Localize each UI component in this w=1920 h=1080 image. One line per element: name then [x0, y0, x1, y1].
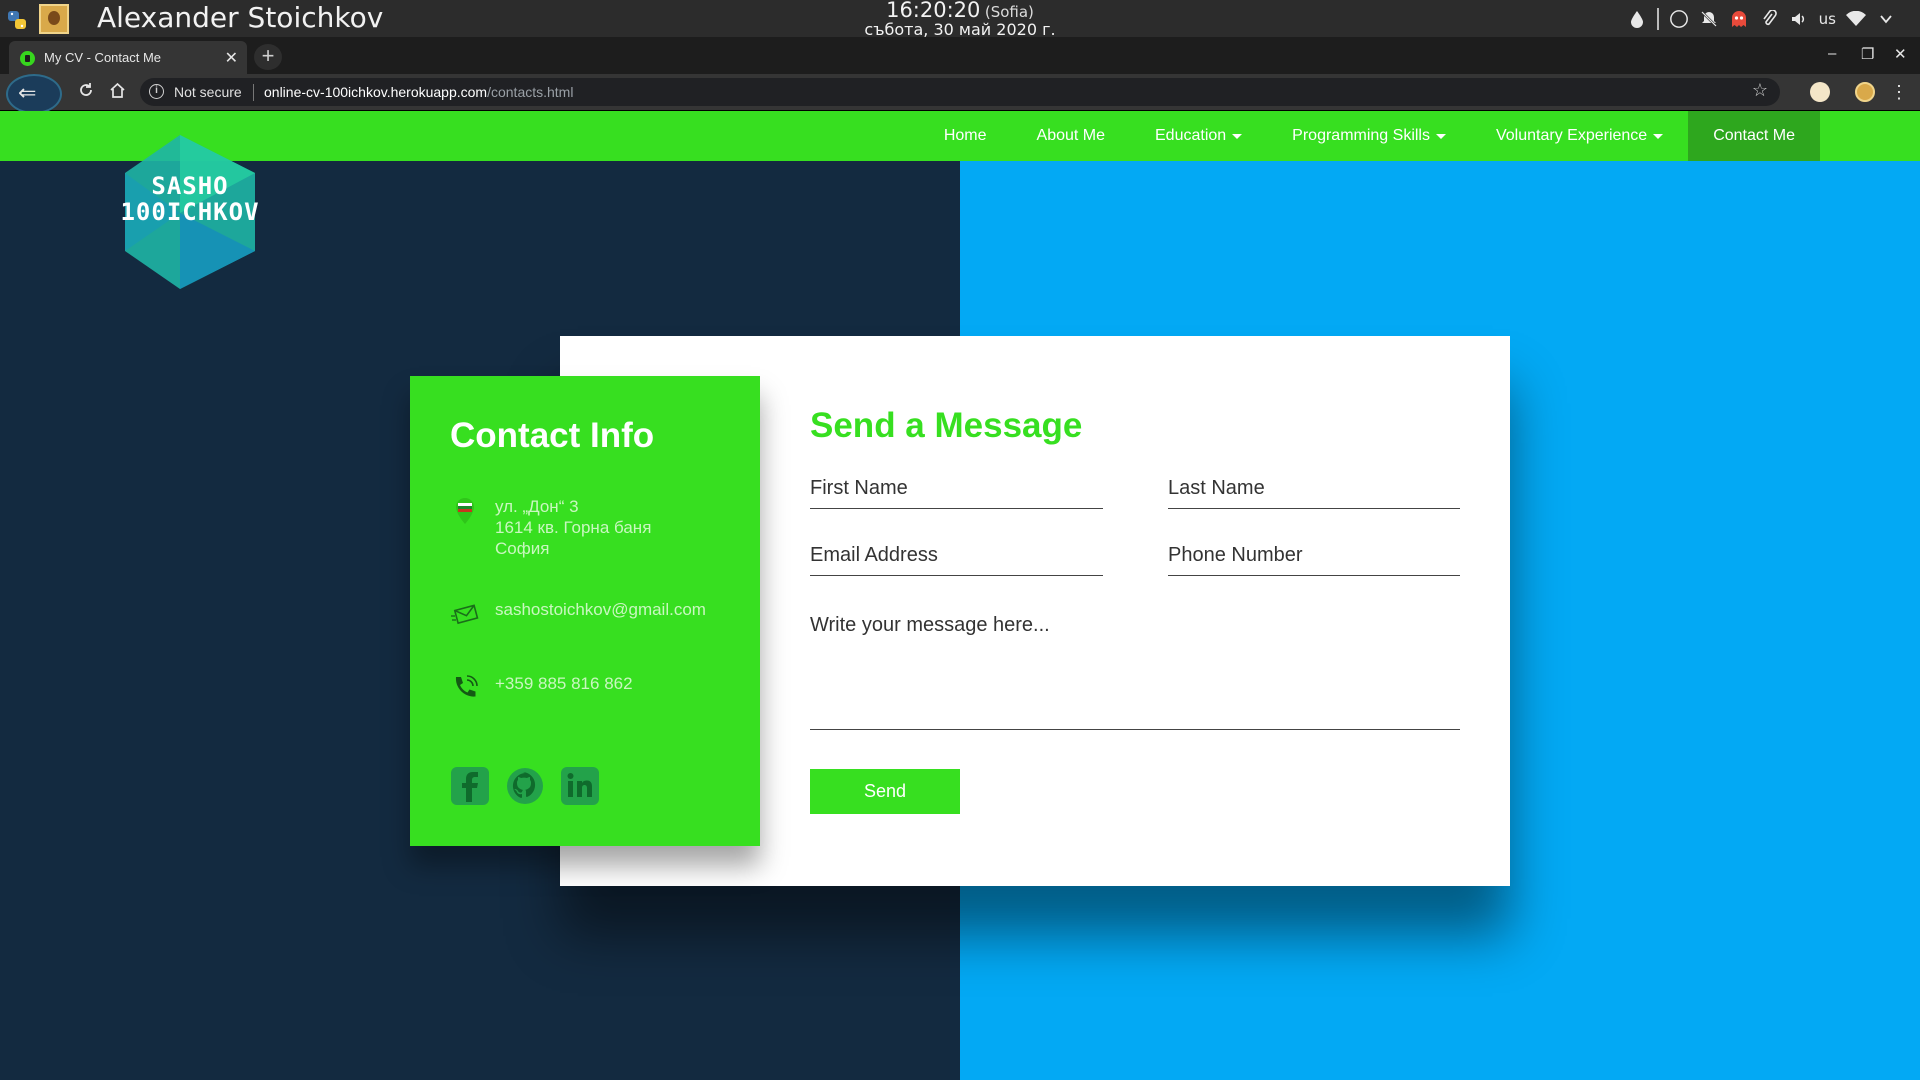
phone-input[interactable] [1168, 536, 1460, 575]
os-top-bar: Alexander Stoichkov 16:20:20 (Sofia) съб… [0, 0, 1920, 38]
extension-icon[interactable] [1810, 82, 1830, 102]
clock-timezone: (Sofia) [984, 3, 1034, 21]
restore-button[interactable]: ❐ [1861, 45, 1874, 63]
tray-divider [1656, 8, 1659, 30]
email-link[interactable]: sashostoichkov@gmail.com [495, 599, 706, 620]
github-icon[interactable] [505, 766, 545, 806]
nav-item-education[interactable]: Education [1130, 111, 1267, 161]
contact-info-panel: Contact Info ул. „Дон“ 3 1614 кв. Горна … [410, 376, 760, 846]
nav-item-label: About Me [1036, 127, 1105, 144]
facebook-icon[interactable] [450, 766, 490, 806]
circle-icon[interactable] [1669, 9, 1689, 29]
site-info-icon[interactable]: i [149, 84, 164, 99]
nav-item-label: Voluntary Experience [1495, 127, 1648, 144]
caret-down-icon [1232, 133, 1243, 139]
address-bar[interactable]: i Not secure online-cv-100ichkov.herokua… [140, 78, 1780, 106]
reload-icon[interactable] [75, 81, 97, 103]
security-label[interactable]: Not secure [174, 84, 242, 100]
social-links [450, 766, 600, 806]
back-arrow-icon: ⇐ [18, 80, 37, 105]
back-button[interactable]: ⇐ [6, 74, 62, 114]
python-icon[interactable] [6, 9, 28, 31]
web-page: Home About Me Education Programming Skil… [0, 111, 1920, 1080]
nav-item-voluntary-experience[interactable]: Voluntary Experience [1471, 111, 1688, 161]
url-path: /contacts.html [487, 84, 574, 100]
nav-item-label: Contact Me [1713, 127, 1795, 144]
caret-down-icon [1435, 133, 1446, 139]
message-textarea[interactable] [810, 606, 1460, 729]
site-favicon-icon [20, 51, 35, 66]
logo-line-1: SASHO [151, 172, 229, 200]
tab-close-icon[interactable]: ✕ [225, 48, 238, 68]
nav-item-label: Home [943, 127, 987, 144]
clock-time: 16:20:20 [886, 0, 981, 22]
os-user-name[interactable]: Alexander Stoichkov [97, 1, 383, 34]
paperclip-icon[interactable] [1759, 9, 1779, 29]
more-menu-icon[interactable]: ⋮ [1888, 81, 1910, 103]
message-field [810, 606, 1460, 730]
notifications-off-icon[interactable] [1699, 9, 1719, 29]
phone-link[interactable]: +359 885 816 862 [495, 673, 633, 694]
logo-text: SASHO 100ICHKOV [105, 173, 275, 225]
os-clock[interactable]: 16:20:20 (Sofia) събота, 30 май 2020 г. [860, 0, 1060, 38]
linkedin-icon[interactable] [560, 766, 600, 806]
url-host: online-cv-100ichkov.herokuapp.com [264, 84, 488, 100]
last-name-field [1168, 469, 1460, 509]
contact-info-title: Contact Info [450, 416, 655, 455]
profile-avatar[interactable] [1855, 82, 1875, 102]
keyboard-layout[interactable]: us [1819, 10, 1836, 28]
home-icon[interactable] [106, 81, 128, 103]
address-line: 1614 кв. Горна баня [495, 518, 652, 537]
drop-icon[interactable] [1627, 9, 1647, 29]
form-title: Send a Message [810, 406, 1083, 445]
nav-item-programming-skills[interactable]: Programming Skills [1267, 111, 1471, 161]
close-window-button[interactable]: ✕ [1894, 45, 1907, 63]
tab-title: My CV - Contact Me [44, 50, 162, 65]
last-name-input[interactable] [1168, 469, 1460, 508]
first-name-input[interactable] [810, 469, 1103, 508]
nav-item-label: Education [1155, 127, 1227, 144]
url-text[interactable]: online-cv-100ichkov.herokuapp.com/contac… [264, 84, 573, 100]
map-pin-icon [456, 498, 474, 524]
site-navbar: Home About Me Education Programming Skil… [0, 111, 1920, 161]
phone-field [1168, 536, 1460, 576]
address-line: ул. „Дон“ 3 [495, 497, 579, 516]
email-field [810, 536, 1103, 576]
system-tray: us [1627, 8, 1896, 30]
bookmark-star-icon[interactable]: ☆ [1752, 80, 1768, 101]
new-tab-button[interactable]: + [254, 44, 282, 70]
app-avatar[interactable] [39, 4, 69, 34]
clock-date: събота, 30 май 2020 г. [864, 20, 1056, 39]
email-input[interactable] [810, 536, 1103, 575]
ghost-icon[interactable] [1729, 9, 1749, 29]
site-logo[interactable]: SASHO 100ICHKOV [105, 133, 275, 291]
first-name-field [810, 469, 1103, 509]
address-divider [253, 84, 254, 101]
nav-item-label: Programming Skills [1292, 127, 1430, 144]
nav-item-home[interactable]: Home [919, 111, 1012, 161]
browser-tabstrip: My CV - Contact Me ✕ + – ❐ ✕ [0, 37, 1920, 74]
nav-menu: Home About Me Education Programming Skil… [919, 111, 1820, 161]
wifi-icon[interactable] [1846, 9, 1866, 29]
caret-down-icon [1653, 133, 1664, 139]
minimize-button[interactable]: – [1828, 45, 1836, 62]
nav-item-about-me[interactable]: About Me [1012, 111, 1130, 161]
envelope-icon [451, 604, 479, 625]
browser-toolbar: ⇐ i Not secure online-cv-100ichkov.herok… [0, 74, 1920, 114]
address-text: ул. „Дон“ 3 1614 кв. Горна баня София [495, 496, 651, 559]
browser-tab[interactable]: My CV - Contact Me ✕ [9, 41, 247, 74]
volume-icon[interactable] [1789, 9, 1809, 29]
send-button[interactable]: Send [810, 769, 960, 814]
phone-icon [455, 675, 478, 697]
nav-item-contact-me[interactable]: Contact Me [1688, 111, 1820, 161]
menu-icon[interactable] [1876, 9, 1896, 29]
logo-line-2: 100ICHKOV [120, 198, 260, 226]
address-line: София [495, 539, 550, 558]
